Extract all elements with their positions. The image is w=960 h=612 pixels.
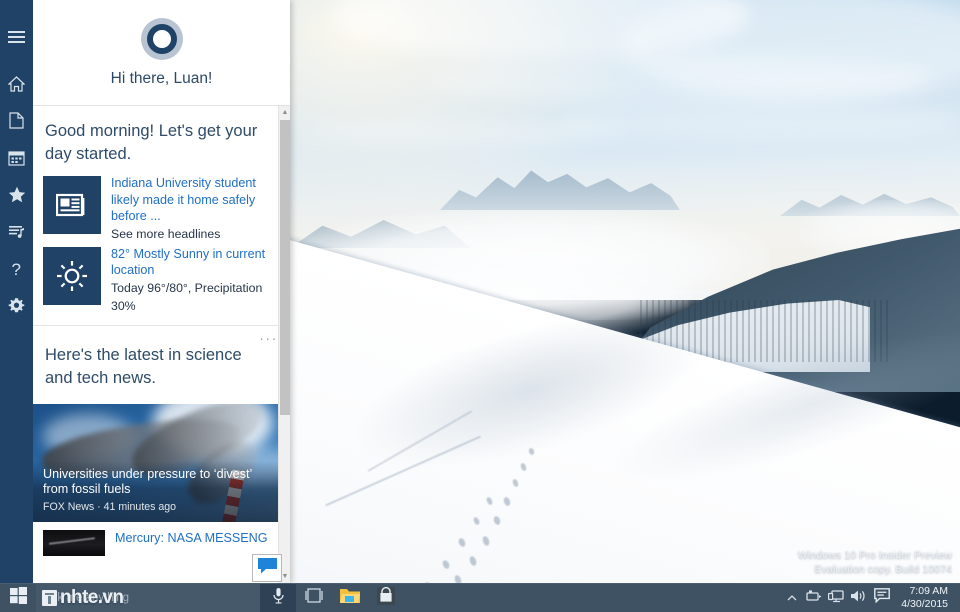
- mini-article-title[interactable]: Mercury: NASA MESSENG: [115, 530, 268, 546]
- photo-source: FOX News · 41 minutes ago: [43, 500, 177, 513]
- list-item[interactable]: 82° Mostly Sunny in current location Tod…: [43, 245, 280, 315]
- volume-button[interactable]: [847, 584, 869, 612]
- mini-thumbnail-streak: [49, 536, 95, 545]
- windows-logo-icon: [9, 587, 27, 609]
- speaker-icon: [850, 589, 867, 608]
- store-button[interactable]: [368, 584, 404, 612]
- vertical-scrollbar[interactable]: ▲ ▼: [278, 106, 290, 583]
- home-icon: [8, 75, 25, 92]
- weather-headline-link[interactable]: 82° Mostly Sunny in current location: [111, 246, 280, 279]
- sidebar-item-reminders[interactable]: [0, 139, 33, 176]
- calendar-icon: [8, 150, 25, 166]
- store-bag-icon: [377, 586, 395, 610]
- speech-bubble-icon: [874, 588, 891, 608]
- mini-thumbnail: [43, 529, 105, 556]
- photo-caption: Universities under pressure to ‘divest’ …: [33, 460, 288, 522]
- microphone-icon: [272, 587, 285, 609]
- news-headline-link[interactable]: Indiana University student likely made i…: [111, 175, 280, 225]
- photo-title: Universities under pressure to ‘divest’ …: [43, 466, 252, 497]
- cortana-ring-icon[interactable]: [140, 18, 183, 60]
- lead-line-text: Good morning! Let's get your day started…: [45, 122, 258, 163]
- cortana-scroll-area[interactable]: Good morning! Let's get your day started…: [33, 106, 290, 583]
- sidebar-item-help[interactable]: ?: [0, 250, 33, 287]
- weather-sun-icon: [43, 246, 101, 305]
- news-mini-article[interactable]: Mercury: NASA MESSENG: [33, 522, 290, 556]
- list-item[interactable]: Indiana University student likely made i…: [43, 174, 280, 243]
- news-photo-article[interactable]: Universities under pressure to ‘divest’ …: [33, 403, 288, 522]
- cortana-panel[interactable]: ? Hi there, Luan! Good morning! Let's ge…: [0, 0, 290, 583]
- list-item-text: Indiana University student likely made i…: [111, 174, 280, 243]
- news-card: ... Here's the latest in science and tec…: [33, 324, 290, 556]
- sidebar-item-music[interactable]: [0, 213, 33, 250]
- chevron-up-icon: [787, 589, 797, 607]
- clock[interactable]: 7:09 AM 4/30/2015: [895, 585, 956, 611]
- star-icon: [8, 186, 26, 203]
- scroll-up-arrow-icon[interactable]: ▲: [279, 106, 290, 119]
- greeting-text: Hi there, Luan!: [110, 70, 213, 87]
- show-hidden-icons-button[interactable]: [781, 584, 803, 612]
- network-monitor-icon: [828, 589, 844, 608]
- network-button[interactable]: [825, 584, 847, 612]
- sidebar-item-notebook[interactable]: [0, 102, 33, 139]
- news-icon: [43, 176, 101, 234]
- cortana-greeting-header: Hi there, Luan!: [33, 0, 290, 106]
- clock-date: 4/30/2015: [901, 598, 948, 610]
- cortana-nav-rail[interactable]: ?: [0, 0, 33, 583]
- music-note-icon: [8, 224, 25, 239]
- task-view-button[interactable]: [296, 584, 332, 612]
- notebook-icon: [8, 112, 25, 129]
- svg-text:?: ?: [12, 260, 21, 278]
- start-button[interactable]: [0, 584, 36, 612]
- folder-icon: [339, 587, 361, 610]
- question-mark-icon: ?: [10, 260, 23, 278]
- search-input[interactable]: Ask me anything nhte.vn: [36, 583, 260, 612]
- wallpaper-cloud: [300, 120, 630, 146]
- clock-time: 7:09 AM: [909, 585, 948, 597]
- usb-eject-icon: [806, 589, 822, 608]
- removable-media-button[interactable]: [803, 584, 825, 612]
- system-tray[interactable]: 7:09 AM 4/30/2015: [781, 584, 960, 612]
- wallpaper-cloud: [430, 55, 930, 105]
- card-heading: Here's the latest in science and tech ne…: [45, 345, 242, 387]
- feedback-bubble-icon: [257, 557, 277, 579]
- at-a-glance-list: Indiana University student likely made i…: [33, 174, 290, 325]
- watermark-line-2: Evaluation copy. Build 10074: [814, 563, 952, 575]
- taskbar[interactable]: Ask me anything nhte.vn 7:09 AM 4/30/201…: [0, 583, 960, 612]
- os-evaluation-watermark: Windows 10 Pro Insider Preview Evaluatio…: [798, 548, 952, 576]
- sidebar-item-settings[interactable]: [0, 287, 33, 324]
- gear-icon: [8, 297, 25, 314]
- watermark-line-1: Windows 10 Pro Insider Preview: [797, 549, 952, 561]
- sidebar-item-hamburger-menu[interactable]: [0, 18, 33, 55]
- feedback-button[interactable]: [252, 554, 282, 582]
- file-explorer-button[interactable]: [332, 584, 368, 612]
- search-placeholder-text: Ask me anything: [44, 592, 130, 604]
- cortana-content: Hi there, Luan! Good morning! Let's get …: [33, 0, 290, 583]
- action-center-button[interactable]: [869, 584, 895, 612]
- hamburger-icon: [8, 30, 25, 43]
- cortana-mic-button[interactable]: [260, 583, 296, 612]
- list-item-text: 82° Mostly Sunny in current location Tod…: [111, 245, 280, 315]
- sidebar-item-home[interactable]: [0, 65, 33, 102]
- task-view-icon: [303, 588, 325, 608]
- card-more-options-button[interactable]: ...: [259, 328, 278, 343]
- weather-subtext: Today 96°/80°, Precipitation 30%: [111, 280, 263, 313]
- scrollbar-thumb[interactable]: [280, 120, 290, 415]
- news-subtext: See more headlines: [111, 226, 221, 241]
- sidebar-item-places[interactable]: [0, 176, 33, 213]
